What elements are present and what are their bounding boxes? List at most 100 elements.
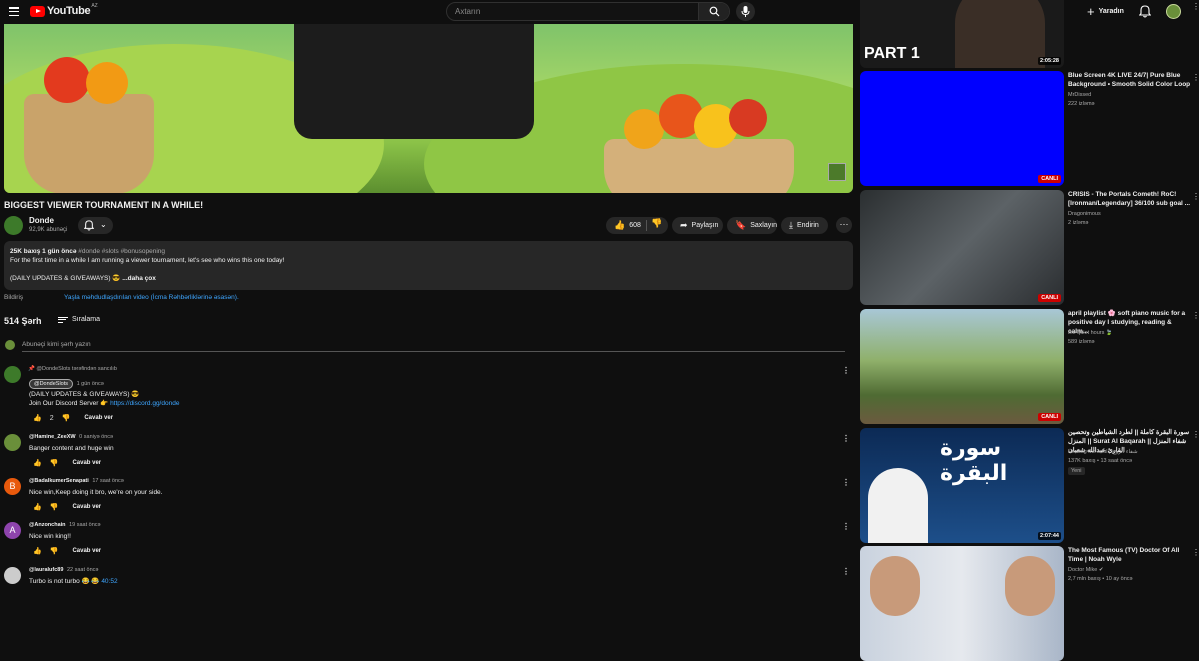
reply-button[interactable]: Cavab ver bbox=[72, 460, 101, 466]
comment-menu-icon[interactable]: ⋮ bbox=[842, 478, 850, 487]
channel-watermark[interactable] bbox=[828, 163, 846, 181]
save-label: Saxlayın bbox=[750, 222, 778, 229]
video-title[interactable]: Blue Screen 4K LIVE 24/7| Pure Blue Back… bbox=[1068, 71, 1192, 89]
save-button[interactable]: 🔖 Saxlayın bbox=[727, 217, 777, 234]
video-player[interactable] bbox=[4, 24, 853, 193]
thumbs-down-icon[interactable]: 👎 bbox=[50, 459, 59, 467]
video-menu-icon[interactable]: ⋮ bbox=[1192, 311, 1199, 320]
comment-actions: 👍 2 👎 Cavab ver bbox=[33, 414, 113, 423]
video-thumbnail[interactable]: CANLI bbox=[860, 190, 1064, 305]
scene-apple bbox=[44, 57, 90, 103]
comment-header: @DondeSlots 1 gün öncə bbox=[29, 379, 104, 389]
avatar[interactable] bbox=[4, 366, 21, 383]
comment-actions: 👍 👎 Cavab ver bbox=[33, 503, 101, 511]
comment-header: @Anzonchain 19 saat öncə bbox=[29, 522, 101, 528]
description-line: (DAILY UPDATES & GIVEAWAYS) 😎 bbox=[10, 275, 121, 282]
video-thumbnail[interactable] bbox=[860, 546, 1064, 661]
notice-label: Bildiriş bbox=[4, 294, 24, 301]
channel-name[interactable]: Healing the soul | شفاء الروح bbox=[1068, 449, 1138, 455]
notifications-button[interactable] bbox=[1138, 5, 1152, 23]
video-title[interactable]: CRISIS - The Portals Cometh! RoC! [Ironm… bbox=[1068, 190, 1192, 208]
search-input[interactable] bbox=[447, 3, 700, 20]
live-badge: CANLI bbox=[1038, 294, 1061, 302]
scene-orange bbox=[624, 109, 664, 149]
video-thumbnail[interactable]: CANLI bbox=[860, 309, 1064, 424]
notice-link[interactable]: Yaşla məhdudlaşdırılan video (İcma Rəhbə… bbox=[64, 294, 239, 301]
hamburger-menu-icon[interactable] bbox=[9, 7, 19, 16]
video-menu-icon[interactable]: ⋮ bbox=[1192, 430, 1199, 439]
scene-orange bbox=[86, 62, 128, 104]
thumbs-up-icon[interactable]: 👍 bbox=[33, 459, 42, 467]
live-badge: CANLI bbox=[1038, 175, 1061, 183]
share-label: Paylaşın bbox=[691, 222, 719, 229]
comment-time[interactable]: 22 saat öncə bbox=[67, 567, 99, 573]
sort-button[interactable]: Sıralama bbox=[58, 316, 100, 323]
avatar[interactable]: A bbox=[4, 522, 21, 539]
reply-button[interactable]: Cavab ver bbox=[72, 548, 101, 554]
comment-text: Nice win king!! bbox=[29, 533, 71, 540]
comment-author[interactable]: @Hamine_ZeeXW bbox=[29, 434, 76, 440]
channel-name[interactable]: Donde bbox=[29, 216, 54, 225]
more-actions-button[interactable]: ⋯ bbox=[836, 217, 852, 233]
avatar[interactable]: B bbox=[4, 478, 21, 495]
divider bbox=[646, 220, 647, 231]
video-thumbnail[interactable]: سورة البقرة 2:07:44 bbox=[860, 428, 1064, 543]
description-box[interactable]: 25K baxış 1 gün öncə #donde #slots #bonu… bbox=[4, 241, 853, 290]
comment-menu-icon[interactable]: ⋮ bbox=[842, 434, 850, 443]
channel-avatar[interactable] bbox=[4, 216, 23, 235]
video-thumbnail[interactable]: PART 1 2:05:28 bbox=[860, 0, 1064, 68]
reply-button[interactable]: Cavab ver bbox=[84, 415, 113, 421]
new-badge: Yeni bbox=[1068, 467, 1085, 475]
subscription-bell-button[interactable]: ⌄ bbox=[78, 217, 113, 234]
channel-name[interactable]: Doctor Mike ✔ bbox=[1068, 567, 1103, 573]
voice-search-button[interactable] bbox=[736, 2, 755, 21]
thumbs-down-icon[interactable]: 👎 bbox=[651, 218, 662, 229]
hashtags[interactable]: #donde #slots #bonusopening bbox=[78, 248, 165, 255]
comment-author[interactable]: @DondeSlots bbox=[29, 379, 74, 389]
account-avatar[interactable] bbox=[1166, 4, 1181, 19]
channel-name[interactable]: Dragonimous bbox=[1068, 211, 1101, 217]
video-menu-icon[interactable]: ⋮ bbox=[1192, 192, 1199, 201]
video-title[interactable]: The Most Famous (TV) Doctor Of All Time … bbox=[1068, 546, 1192, 564]
add-comment-input[interactable]: Abunəçi kimi şərh yazın bbox=[22, 341, 91, 348]
share-button[interactable]: ➦ Paylaşın bbox=[672, 217, 723, 234]
create-button[interactable]: + Yaradın bbox=[1087, 5, 1124, 18]
comment-author[interactable]: @BadalkumerSenapati bbox=[29, 478, 89, 484]
thumbs-down-icon[interactable]: 👎 bbox=[50, 547, 59, 555]
video-menu-icon[interactable]: ⋮ bbox=[1192, 73, 1199, 82]
timestamp-link[interactable]: 40:52 bbox=[101, 578, 117, 585]
description-line: For the first time in a while I am runni… bbox=[10, 257, 285, 264]
comment-time[interactable]: 19 saat öncə bbox=[69, 522, 101, 528]
show-more-link[interactable]: ...daha çox bbox=[122, 275, 156, 282]
comment-author[interactable]: @lauralufc89 bbox=[29, 567, 63, 573]
thumbs-up-icon[interactable]: 👍 bbox=[33, 503, 42, 511]
reply-button[interactable]: Cavab ver bbox=[72, 504, 101, 510]
plus-icon: + bbox=[1087, 4, 1095, 19]
youtube-logo[interactable]: YouTube AZ bbox=[30, 3, 98, 17]
comment-author[interactable]: @Anzonchain bbox=[29, 522, 66, 528]
video-menu-icon[interactable]: ⋮ bbox=[1192, 548, 1199, 557]
video-thumbnail[interactable]: CANLI bbox=[860, 71, 1064, 186]
comment-time[interactable]: 1 gün öncə bbox=[77, 381, 104, 387]
comment-menu-icon[interactable]: ⋮ bbox=[842, 567, 850, 576]
avatar[interactable] bbox=[4, 434, 21, 451]
like-button[interactable]: 👍 608 👎 bbox=[606, 217, 668, 234]
share-icon: ➦ bbox=[680, 220, 688, 230]
channel-name[interactable]: the quiet hours 🍃 bbox=[1068, 330, 1113, 336]
video-menu-icon[interactable]: ⋮ bbox=[1192, 2, 1199, 11]
comment-menu-icon[interactable]: ⋮ bbox=[842, 522, 850, 531]
comment-count: 514 Şərh bbox=[4, 316, 42, 326]
thumbs-down-icon[interactable]: 👎 bbox=[50, 503, 59, 511]
avatar[interactable] bbox=[4, 567, 21, 584]
thumbs-up-icon[interactable]: 👍 bbox=[33, 547, 42, 555]
thumbs-up-icon[interactable]: 👍 bbox=[33, 414, 42, 422]
like-count: 2 bbox=[49, 414, 54, 422]
search-button[interactable] bbox=[698, 3, 729, 20]
channel-name[interactable]: MrDissed bbox=[1068, 92, 1091, 98]
comment-time[interactable]: 17 saat öncə bbox=[92, 478, 124, 484]
thumbs-down-icon[interactable]: 👎 bbox=[62, 414, 71, 422]
comment-time[interactable]: 0 saniyə öncə bbox=[79, 434, 113, 440]
discord-link[interactable]: https://discord.gg/donde bbox=[110, 400, 179, 407]
comment-menu-icon[interactable]: ⋮ bbox=[842, 366, 850, 375]
download-button[interactable]: ⤓ Endirin bbox=[781, 217, 828, 234]
